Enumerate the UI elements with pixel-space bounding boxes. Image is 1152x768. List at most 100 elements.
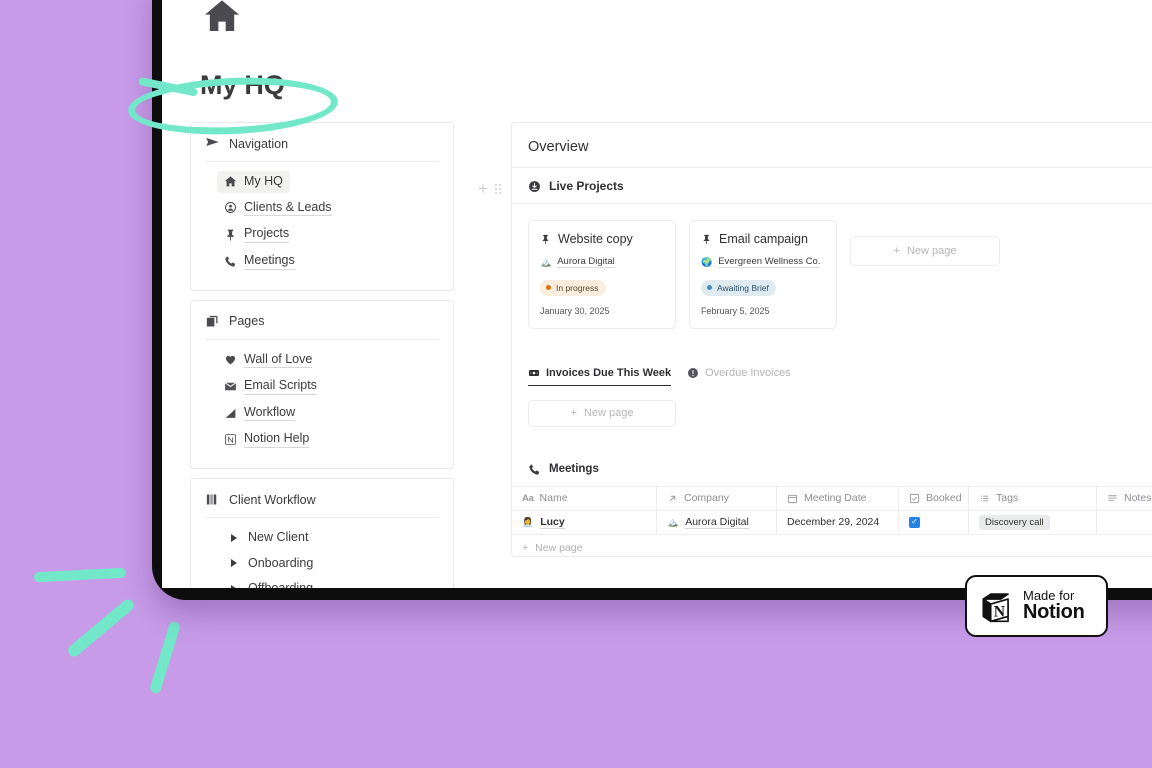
sidebar-toggle-offboarding[interactable]: Offboarding bbox=[217, 578, 320, 588]
status-dot-icon bbox=[546, 285, 551, 290]
sidebar-section-navigation: Navigation My HQ Clients & Leads Project… bbox=[190, 122, 454, 291]
live-projects-header: Live Projects bbox=[512, 168, 1152, 204]
checkbox-icon bbox=[909, 493, 920, 504]
badge-line-2: Notion bbox=[1023, 601, 1085, 624]
project-client[interactable]: Evergreen Wellness Co. bbox=[718, 256, 821, 268]
sidebar-item-meetings[interactable]: Meetings bbox=[217, 250, 302, 273]
caret-right-icon bbox=[231, 585, 237, 588]
cell-name[interactable]: 👩‍💼 Lucy bbox=[512, 510, 657, 535]
notion-page: My HQ Navigation My HQ Clients & Leads P… bbox=[162, 0, 1152, 588]
status-label: Awaiting Brief bbox=[717, 282, 769, 293]
new-page-button[interactable]: + New page bbox=[850, 236, 1000, 266]
badge-line-1: Made for bbox=[1023, 587, 1075, 603]
cell-booked[interactable]: ✓ bbox=[899, 510, 969, 535]
sidebar-item-wall-of-love[interactable]: Wall of Love bbox=[217, 349, 319, 372]
caret-right-icon bbox=[231, 533, 237, 542]
live-projects-cards: Website copy 🏔️ Aurora Digital In progre… bbox=[512, 204, 1152, 329]
sidebar-item-notion-help[interactable]: Notion Help bbox=[217, 428, 316, 451]
meetings-table: Aa Name Company Meeting Date Booked Tags… bbox=[512, 485, 1152, 557]
status-label: In progress bbox=[556, 282, 599, 293]
sidebar-section-header: Navigation bbox=[205, 123, 439, 162]
sidebar-item-label: Email Scripts bbox=[244, 378, 317, 395]
page-title: My HQ bbox=[200, 70, 285, 100]
drag-handle-icon[interactable] bbox=[494, 183, 501, 194]
cell-notes[interactable] bbox=[1097, 511, 1152, 535]
project-date: February 5, 2025 bbox=[701, 305, 770, 316]
table-row[interactable]: 👩‍💼 Lucy 🏔️ Aurora Digital December 29, … bbox=[512, 510, 1152, 535]
sidebar-section-title: Pages bbox=[229, 314, 265, 328]
column-header-name[interactable]: Aa Name bbox=[512, 486, 657, 511]
phone-icon bbox=[528, 463, 541, 476]
sidebar-toggle-new-client[interactable]: New Client bbox=[217, 527, 315, 549]
live-projects-title: Live Projects bbox=[549, 179, 624, 193]
house-icon bbox=[202, 0, 242, 36]
sidebar-item-my-hq[interactable]: My HQ bbox=[217, 171, 290, 193]
sidebar-item-workflow[interactable]: Workflow bbox=[217, 402, 302, 425]
download-circle-icon bbox=[528, 180, 541, 193]
booked-checkbox[interactable]: ✓ bbox=[909, 516, 920, 528]
plus-icon: + bbox=[570, 407, 577, 419]
text-lines-icon bbox=[1107, 493, 1118, 504]
pin-icon bbox=[701, 233, 712, 245]
cell-company[interactable]: 🏔️ Aurora Digital bbox=[657, 510, 777, 535]
cell-tags[interactable]: Discovery call bbox=[969, 510, 1097, 535]
new-page-label: New page bbox=[535, 541, 583, 554]
stacked-pages-icon bbox=[205, 314, 220, 329]
sidebar-toggle-label: Onboarding bbox=[248, 555, 314, 570]
status-badge: Awaiting Brief bbox=[701, 280, 776, 296]
meetings-title: Meetings bbox=[549, 463, 599, 475]
column-label: Meeting Date bbox=[804, 492, 867, 504]
row-avatar-emoji: 👩‍💼 bbox=[522, 516, 534, 527]
column-header-tags[interactable]: Tags bbox=[969, 486, 1097, 511]
sidebar-item-label: Clients & Leads bbox=[244, 200, 332, 217]
tab-invoices-due-this-week[interactable]: Invoices Due This Week bbox=[528, 367, 672, 386]
sidebar-toggle-label: Offboarding bbox=[248, 581, 313, 588]
sidebar-item-label: Projects bbox=[244, 226, 290, 243]
table-header-row: Aa Name Company Meeting Date Booked Tags… bbox=[512, 486, 1152, 511]
brush-stroke-2 bbox=[65, 597, 137, 659]
calendar-icon bbox=[787, 493, 798, 504]
column-label: Tags bbox=[996, 492, 1019, 504]
client-emoji: 🏔️ bbox=[540, 256, 552, 267]
sidebar-item-clients-and-leads[interactable]: Clients & Leads bbox=[217, 197, 339, 220]
tablet-screen: My HQ Navigation My HQ Clients & Leads P… bbox=[162, 0, 1152, 588]
column-header-notes[interactable]: Notes bbox=[1097, 487, 1152, 511]
multiselect-icon bbox=[979, 493, 990, 504]
tab-label: Overdue Invoices bbox=[705, 367, 791, 379]
sidebar-item-label: Wall of Love bbox=[244, 352, 313, 369]
meetings-new-page-button[interactable]: + New page bbox=[512, 535, 1152, 557]
phone-icon bbox=[224, 255, 237, 268]
block-gutter-controls: + bbox=[478, 180, 501, 197]
tablet-device-frame: My HQ Navigation My HQ Clients & Leads P… bbox=[152, 0, 1152, 600]
column-label: Name bbox=[539, 492, 568, 504]
pin-icon bbox=[540, 233, 551, 245]
invoices-new-page-button[interactable]: + New page bbox=[528, 399, 676, 427]
sidebar-item-projects[interactable]: Projects bbox=[217, 223, 296, 246]
project-title: Email campaign bbox=[719, 232, 808, 246]
sidebar-toggle-onboarding[interactable]: Onboarding bbox=[217, 553, 320, 575]
invoice-tabs: Invoices Due This Week Overdue Invoices bbox=[512, 367, 1152, 386]
tab-overdue-invoices[interactable]: Overdue Invoices bbox=[687, 367, 791, 386]
sidebar-item-email-scripts[interactable]: Email Scripts bbox=[217, 375, 324, 398]
cell-meeting-date[interactable]: December 29, 2024 bbox=[777, 510, 899, 535]
plus-icon[interactable]: + bbox=[478, 180, 488, 197]
main-content: + Overview Live Projects Website copy 🏔️… bbox=[462, 122, 1152, 588]
project-client[interactable]: Aurora Digital bbox=[557, 256, 615, 268]
relation-arrow-icon bbox=[667, 493, 678, 504]
overview-panel: Overview Live Projects Website copy 🏔️ A… bbox=[511, 122, 1152, 557]
column-header-meeting-date[interactable]: Meeting Date bbox=[777, 486, 899, 511]
banknote-icon bbox=[528, 367, 540, 379]
made-for-notion-badge: N Made for Notion bbox=[965, 575, 1108, 637]
project-card[interactable]: Website copy 🏔️ Aurora Digital In progre… bbox=[528, 220, 676, 329]
brush-stroke-3 bbox=[148, 620, 182, 695]
project-client-row: 🏔️ Aurora Digital bbox=[540, 256, 664, 268]
column-header-company[interactable]: Company bbox=[657, 486, 777, 511]
project-client-row: 🌍 Evergreen Wellness Co. bbox=[701, 256, 825, 268]
title-aa-icon: Aa bbox=[522, 492, 534, 504]
warning-circle-icon bbox=[687, 367, 699, 379]
sidebar: Navigation My HQ Clients & Leads Project… bbox=[190, 122, 462, 588]
project-card[interactable]: Email campaign 🌍 Evergreen Wellness Co. … bbox=[689, 220, 837, 329]
column-header-booked[interactable]: Booked bbox=[899, 486, 969, 511]
company-emoji: 🏔️ bbox=[667, 516, 679, 527]
plus-icon: + bbox=[893, 245, 900, 257]
